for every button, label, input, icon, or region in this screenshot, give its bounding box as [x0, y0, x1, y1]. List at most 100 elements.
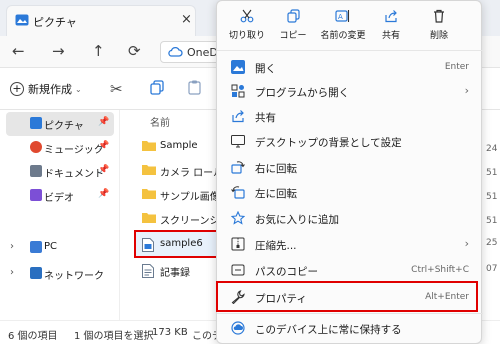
menu-item-rotate-left[interactable]: 左に回転: [223, 181, 475, 205]
chevron-right-icon[interactable]: ›: [10, 241, 14, 252]
highlight-box-properties: [216, 281, 478, 312]
menu-item-label: 左に回転: [255, 188, 297, 200]
peek-value: 51: [486, 192, 498, 202]
pin-icon: 📌: [98, 141, 110, 151]
sidebar-item-label: ビデオ: [44, 193, 74, 204]
new-button[interactable]: + 新規作成 ⌄: [10, 81, 82, 97]
navigation-pane: ピクチャ 📌 ミュージック 📌 ドキュメント 📌 ビデオ 📌 › PC › ネッ…: [0, 110, 120, 320]
open-with-icon: [231, 84, 245, 98]
chevron-right-icon: ›: [464, 237, 469, 250]
svg-text:A: A: [338, 13, 343, 21]
rotate-left-icon: [231, 185, 245, 199]
tab-close-button[interactable]: ×: [181, 12, 192, 27]
pin-icon: 📌: [98, 117, 110, 127]
pc-icon: [30, 241, 42, 253]
menu-item-add-favorites[interactable]: お気に入りに追加: [223, 207, 475, 231]
folder-icon: [142, 140, 156, 154]
chevron-down-icon: ⌄: [75, 84, 82, 94]
chevron-right-icon[interactable]: ›: [10, 267, 14, 278]
videos-icon: [30, 189, 42, 201]
photos-app-icon: [231, 60, 245, 74]
menu-item-label: デスクトップの背景として設定: [255, 137, 402, 149]
sidebar-item-pc[interactable]: › PC: [6, 236, 114, 260]
peek-value: 51: [486, 168, 498, 178]
delete-button[interactable]: 削除: [409, 7, 469, 41]
rotate-right-icon: [231, 160, 245, 174]
sidebar-item-label: ネットワーク: [44, 271, 104, 282]
up-arrow-icon[interactable]: ↑: [92, 42, 105, 60]
status-size: 173 KB: [152, 327, 188, 338]
status-selected: 1 個の項目を選択: [74, 331, 154, 342]
menu-item-label: パスのコピー: [255, 266, 318, 278]
menu-item-share[interactable]: 共有: [223, 105, 475, 129]
peek-value: 51: [486, 216, 498, 226]
menu-item-rotate-right[interactable]: 右に回転: [223, 156, 475, 180]
peek-value: 07: [486, 264, 498, 274]
copy-icon[interactable]: [150, 80, 164, 98]
folder-icon: [142, 212, 156, 226]
document-file-icon: [142, 264, 154, 281]
sidebar-item-music[interactable]: ミュージック 📌: [6, 136, 114, 160]
menu-item-set-desktop-background[interactable]: デスクトップの背景として設定: [223, 130, 475, 154]
sidebar-item-label: PC: [44, 241, 58, 252]
folder-icon: [142, 164, 156, 178]
menu-item-label: プログラムから開く: [255, 87, 350, 99]
menu-item-open-with[interactable]: プログラムから開く ›: [223, 80, 475, 104]
forward-arrow-icon[interactable]: →: [52, 42, 65, 60]
file-name: カメラ ロール: [160, 168, 224, 179]
menu-item-label: 右に回転: [255, 163, 297, 175]
file-name: 記事録: [160, 268, 190, 279]
quick-actions-bar: 切り取り コピー A 名前の変更 共有 削除: [217, 1, 483, 51]
network-icon: [30, 267, 42, 279]
peek-value: 25: [486, 238, 498, 248]
pictures-icon: [30, 117, 42, 129]
pictures-icon: [15, 14, 29, 29]
sidebar-item-label: ドキュメント: [44, 169, 104, 180]
zip-icon: [231, 237, 245, 251]
file-name: サンプル画像: [160, 192, 220, 203]
refresh-icon[interactable]: ⟳: [128, 42, 141, 60]
cloud-keep-icon: [231, 321, 245, 335]
sidebar-item-pictures[interactable]: ピクチャ 📌: [6, 112, 114, 136]
column-header-name[interactable]: 名前: [150, 114, 170, 129]
menu-item-always-keep-on-device[interactable]: このデバイス上に常に保持する: [223, 317, 475, 341]
sidebar-item-label: ピクチャ: [44, 121, 84, 132]
sidebar-item-label: ミュージック: [44, 145, 104, 156]
menu-item-label: 圧縮先...: [255, 240, 297, 252]
menu-item-shortcut: Enter: [444, 62, 469, 72]
paste-icon[interactable]: [188, 80, 201, 98]
menu-item-label: このデバイス上に常に保持する: [255, 324, 402, 336]
highlight-box-file: [134, 230, 222, 258]
chevron-right-icon: ›: [464, 84, 469, 97]
tab-pictures[interactable]: ピクチャ ×: [6, 5, 196, 36]
share-icon: [231, 109, 245, 123]
file-name: Sample: [160, 140, 198, 151]
sidebar-item-documents[interactable]: ドキュメント 📌: [6, 160, 114, 184]
address-bar[interactable]: OneD: [160, 41, 222, 63]
cut-icon[interactable]: ✂: [110, 80, 123, 98]
tab-title: ピクチャ: [33, 16, 77, 29]
star-icon: [230, 210, 246, 225]
cloud-icon: [167, 46, 183, 60]
trash-icon: [409, 7, 469, 25]
documents-icon: [30, 165, 42, 177]
menu-item-open[interactable]: 開く Enter: [223, 56, 475, 80]
menu-item-label: 開く: [255, 63, 276, 75]
back-arrow-icon[interactable]: ←: [12, 42, 25, 60]
menu-separator: [217, 313, 483, 314]
pin-icon: 📌: [98, 189, 110, 199]
sidebar-item-videos[interactable]: ビデオ 📌: [6, 184, 114, 208]
copy-path-icon: [231, 263, 245, 277]
menu-item-compress[interactable]: 圧縮先... ›: [223, 233, 475, 257]
folder-icon: [142, 188, 156, 202]
desktop-icon: [231, 134, 245, 148]
delete-label: 削除: [429, 31, 448, 41]
new-label: 新規作成: [28, 83, 72, 96]
music-icon: [30, 141, 42, 153]
menu-item-label: 共有: [255, 112, 276, 124]
menu-item-copy-path[interactable]: パスのコピー Ctrl+Shift+C: [223, 259, 475, 283]
address-text: OneD: [187, 46, 218, 59]
peek-value: 24: [486, 144, 498, 154]
pin-icon: 📌: [98, 165, 110, 175]
sidebar-item-network[interactable]: › ネットワーク: [6, 262, 114, 286]
